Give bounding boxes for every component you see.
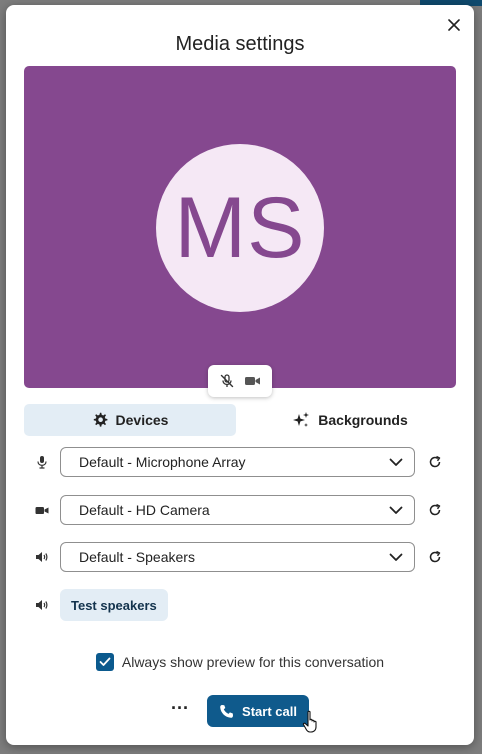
chevron-down-icon xyxy=(389,458,403,466)
refresh-icon xyxy=(429,550,441,563)
refresh-camera-button[interactable] xyxy=(415,503,455,517)
speakers-select[interactable]: Default - Speakers xyxy=(60,542,415,572)
refresh-icon xyxy=(429,455,441,468)
speakers-row: Default - Speakers xyxy=(24,542,456,572)
start-call-label: Start call xyxy=(242,703,297,719)
checkmark-icon xyxy=(99,657,111,666)
video-camera-icon[interactable] xyxy=(244,374,261,388)
microphone-select-value: Default - Microphone Array xyxy=(79,454,246,470)
tab-devices[interactable]: Devices xyxy=(24,404,236,436)
test-speakers-button[interactable]: Test speakers xyxy=(60,589,168,621)
speaker-icon xyxy=(36,552,48,562)
camera-select[interactable]: Default - HD Camera xyxy=(60,495,415,525)
gear-icon xyxy=(93,412,107,427)
close-icon xyxy=(448,19,460,31)
always-show-preview-label: Always show preview for this conversatio… xyxy=(121,654,385,670)
mic-off-icon[interactable] xyxy=(219,373,235,389)
refresh-speakers-button[interactable] xyxy=(415,550,455,564)
settings-tabs: Devices Backgrounds xyxy=(24,404,456,436)
dialog-title: Media settings xyxy=(175,33,305,55)
preview-option: Always show preview for this conversatio… xyxy=(6,653,474,671)
camera-select-value: Default - HD Camera xyxy=(79,502,210,518)
tab-backgrounds-label: Backgrounds xyxy=(318,412,408,428)
refresh-microphone-button[interactable] xyxy=(415,455,455,469)
microphone-icon xyxy=(37,456,47,469)
sparkles-icon xyxy=(293,412,310,427)
tab-devices-label: Devices xyxy=(115,412,169,428)
microphone-row: Default - Microphone Array xyxy=(24,447,456,477)
close-button[interactable] xyxy=(444,15,464,35)
refresh-icon xyxy=(429,503,441,516)
always-show-preview-checkbox[interactable] xyxy=(95,653,114,671)
media-settings-dialog: Media settings MS Devices Backgrounds De… xyxy=(6,5,474,745)
hand-cursor-icon xyxy=(302,710,317,733)
microphone-select[interactable]: Default - Microphone Array xyxy=(60,447,415,477)
dialog-footer: ··· Start call xyxy=(6,695,474,727)
video-preview: MS xyxy=(24,66,456,397)
test-speakers-row: Test speakers xyxy=(24,589,456,621)
chevron-down-icon xyxy=(389,553,403,561)
tab-backgrounds[interactable]: Backgrounds xyxy=(244,404,456,436)
camera-icon xyxy=(35,506,49,514)
avatar: MS xyxy=(156,144,324,312)
camera-row: Default - HD Camera xyxy=(24,495,456,525)
media-toggle-group xyxy=(208,365,272,397)
more-options-button[interactable]: ··· xyxy=(171,699,189,720)
speakers-select-value: Default - Speakers xyxy=(79,549,195,565)
chevron-down-icon xyxy=(389,506,403,514)
speaker-icon xyxy=(36,600,48,610)
start-call-button[interactable]: Start call xyxy=(207,695,309,727)
phone-icon xyxy=(220,704,234,718)
